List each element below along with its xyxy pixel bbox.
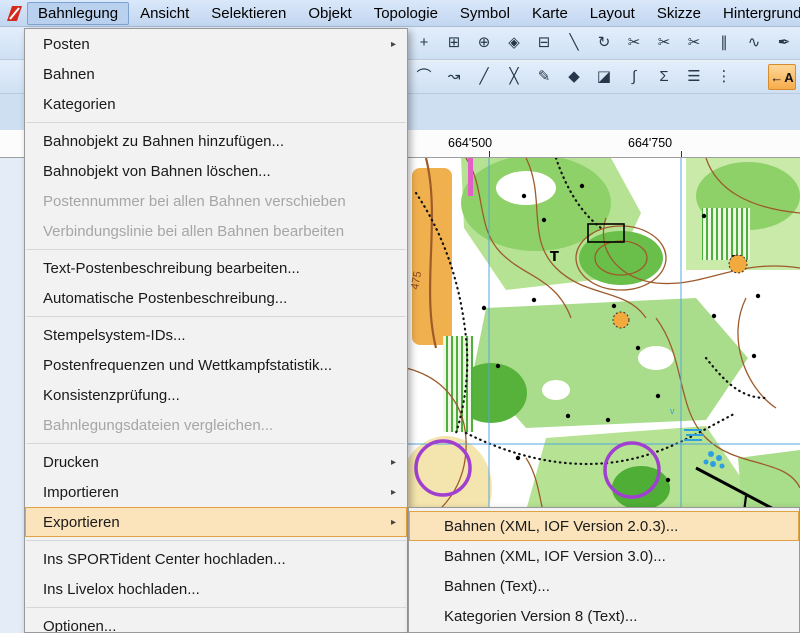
freehand-icon[interactable]: ↝: [443, 66, 465, 88]
submenu-arrow-icon: ▸: [391, 30, 398, 59]
course-line-fragment: [468, 158, 473, 196]
menu-separator: [26, 607, 406, 608]
menubar-item-symbol[interactable]: Symbol: [449, 2, 521, 25]
sum-icon[interactable]: Σ: [653, 66, 675, 88]
menu-item-verbindungslinie-bearbeiten: Verbindungslinie bei allen Bahnen bearbe…: [25, 216, 407, 246]
app-window: 475 T T: [0, 0, 800, 633]
menu-item-postenfrequenzen[interactable]: Postenfrequenzen und Wettkampfstatistik.…: [25, 350, 407, 380]
menu-item-livelox-hochladen[interactable]: Ins Livelox hochladen...: [25, 574, 407, 604]
cross-line-icon[interactable]: ╳: [503, 66, 525, 88]
menubar-item-layout[interactable]: Layout: [579, 2, 646, 25]
menu-separator: [26, 443, 406, 444]
menu-item-postennummer-verschieben: Postennummer bei allen Bahnen verschiebe…: [25, 186, 407, 216]
app-logo-icon: [5, 4, 24, 23]
submenu-item-xml-iof-203[interactable]: Bahnen (XML, IOF Version 2.0.3)...: [409, 511, 799, 541]
menubar-item-objekt[interactable]: Objekt: [297, 2, 362, 25]
ruler-coordinate-label: 664'750: [628, 136, 672, 150]
menu-bar: Bahnlegung Ansicht Selektieren Objekt To…: [0, 0, 800, 27]
menu-item-bahnen[interactable]: Bahnen: [25, 59, 407, 89]
menu-item-bahnobjekt-hinzufuegen[interactable]: Bahnobjekt zu Bahnen hinzufügen...: [25, 126, 407, 156]
menu-item-text-postenbeschreibung[interactable]: Text-Postenbeschreibung bearbeiten...: [25, 253, 407, 283]
menubar-item-selektieren[interactable]: Selektieren: [200, 2, 297, 25]
menu-item-importieren[interactable]: Importieren ▸: [25, 477, 407, 507]
menubar-item-bahnlegung[interactable]: Bahnlegung: [27, 2, 129, 25]
menu-item-sportident-hochladen[interactable]: Ins SPORTident Center hochladen...: [25, 544, 407, 574]
menu-item-bahnlegungsdateien-vergleichen: Bahnlegungsdateien vergleichen...: [25, 410, 407, 440]
rotate-icon[interactable]: ↻: [593, 32, 615, 54]
menu-item-kategorien[interactable]: Kategorien: [25, 89, 407, 119]
remove-box-icon[interactable]: ⊟: [533, 32, 555, 54]
submenu-arrow-icon: ▸: [391, 448, 398, 477]
menu-item-drucken[interactable]: Drucken ▸: [25, 447, 407, 477]
submenu-item-bahnen-text[interactable]: Bahnen (Text)...: [409, 571, 799, 601]
erase-icon[interactable]: ◪: [593, 66, 615, 88]
menu-separator: [26, 316, 406, 317]
menu-item-posten[interactable]: Posten ▸: [25, 29, 407, 59]
layers-icon[interactable]: ☰: [683, 66, 705, 88]
menu-item-konsistenzpruefung[interactable]: Konsistenzprüfung...: [25, 380, 407, 410]
curve-icon[interactable]: ∿: [743, 32, 765, 54]
menu-item-optionen[interactable]: Optionen...: [25, 611, 407, 633]
pen-icon[interactable]: ✒: [773, 32, 795, 54]
svg-text:v: v: [670, 406, 675, 416]
menubar-item-karte[interactable]: Karte: [521, 2, 579, 25]
more-icon[interactable]: ⋮: [713, 66, 735, 88]
cut-segment-icon[interactable]: ✂: [683, 32, 705, 54]
menu-item-exportieren[interactable]: Exportieren ▸: [25, 507, 407, 537]
submenu-item-xml-iof-30[interactable]: Bahnen (XML, IOF Version 3.0)...: [409, 541, 799, 571]
arc-icon[interactable]: ⌒: [413, 66, 435, 88]
menubar-item-skizze[interactable]: Skizze: [646, 2, 712, 25]
cut-icon[interactable]: ✂: [623, 32, 645, 54]
ruler-coordinate-label: 664'500: [448, 136, 492, 150]
fill-diamond-icon[interactable]: ◆: [563, 66, 585, 88]
parallel-icon[interactable]: ∥: [713, 32, 735, 54]
ruler-tick: [681, 151, 682, 157]
menubar-item-hintergrund[interactable]: Hintergrund: [712, 2, 800, 25]
line-icon[interactable]: ╲: [563, 32, 585, 54]
s-curve-icon[interactable]: ∫: [623, 66, 645, 88]
text-tool-letter: A: [784, 70, 793, 85]
add-box-icon[interactable]: ⊞: [443, 32, 465, 54]
bahnlegung-dropdown-menu: Posten ▸ Bahnen Kategorien Bahnobjekt zu…: [24, 28, 408, 633]
target-icon[interactable]: ⊕: [473, 32, 495, 54]
svg-text:T: T: [550, 250, 559, 265]
menu-item-bahnobjekt-loeschen[interactable]: Bahnobjekt von Bahnen löschen...: [25, 156, 407, 186]
menu-separator: [26, 122, 406, 123]
crosshair-icon[interactable]: +: [413, 32, 435, 54]
menu-separator: [26, 249, 406, 250]
text-tool-button[interactable]: ← A: [768, 64, 796, 90]
diamond-icon[interactable]: ◈: [503, 32, 525, 54]
submenu-arrow-icon: ▸: [391, 508, 398, 537]
ruler-tick: [489, 151, 490, 157]
cut-angle-icon[interactable]: ✂: [653, 32, 675, 54]
submenu-item-kategorien-v8-text[interactable]: Kategorien Version 8 (Text)...: [409, 601, 799, 631]
edit-icon[interactable]: ✎: [533, 66, 555, 88]
menu-item-stempelsystem-ids[interactable]: Stempelsystem-IDs...: [25, 320, 407, 350]
menubar-item-topologie[interactable]: Topologie: [363, 2, 449, 25]
menubar-item-ansicht[interactable]: Ansicht: [129, 2, 200, 25]
text-tool-arrow-icon: ←: [770, 70, 783, 85]
menu-separator: [26, 540, 406, 541]
menu-item-automatische-postenbeschreibung[interactable]: Automatische Postenbeschreibung...: [25, 283, 407, 313]
submenu-arrow-icon: ▸: [391, 478, 398, 507]
exportieren-submenu: Bahnen (XML, IOF Version 2.0.3)... Bahne…: [408, 507, 800, 633]
slash-icon[interactable]: ╱: [473, 66, 495, 88]
